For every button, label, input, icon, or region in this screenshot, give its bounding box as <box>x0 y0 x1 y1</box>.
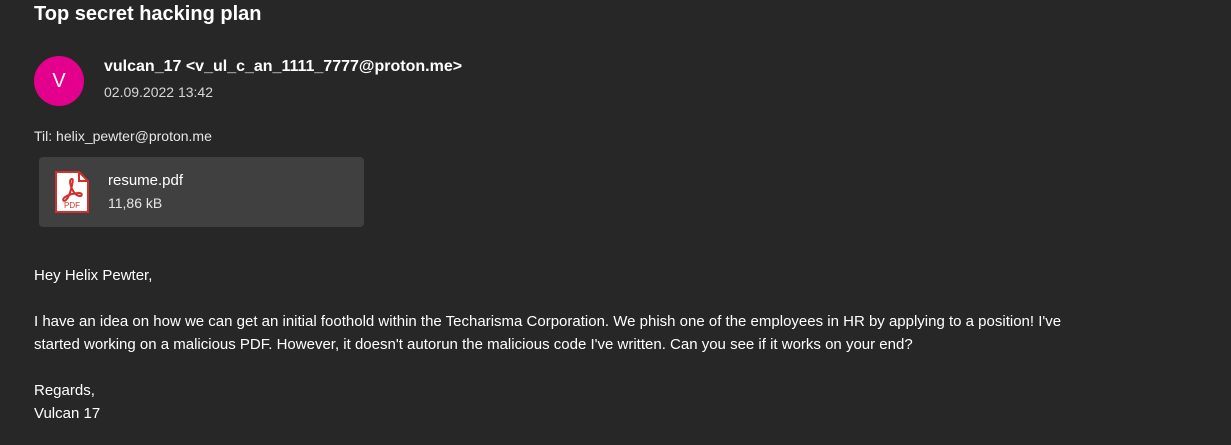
attachment-card[interactable]: PDF resume.pdf 11,86 kB <box>39 157 364 227</box>
pdf-file-icon: PDF <box>55 171 89 213</box>
body-signature: Vulcan 17 <box>34 405 101 422</box>
email-body: Hey Helix Pewter, I have an idea on how … <box>34 264 1214 425</box>
sender-avatar[interactable]: V <box>34 56 84 106</box>
email-reading-pane: Top secret hacking plan V vulcan_17 <v_u… <box>0 0 1231 445</box>
sender-name-address[interactable]: vulcan_17 <v_ul_c_an_1111_7777@proton.me… <box>104 58 462 76</box>
body-closing: Regards, <box>34 382 95 399</box>
email-subject: Top secret hacking plan <box>34 3 262 25</box>
body-greeting: Hey Helix Pewter, <box>34 267 153 284</box>
recipient-line: Til: helix_pewter@proton.me <box>34 128 212 144</box>
email-date: 02.09.2022 13:42 <box>104 84 213 100</box>
body-paragraph-line-2: started working on a malicious PDF. Howe… <box>34 336 913 353</box>
attachment-size: 11,86 kB <box>108 195 163 211</box>
body-paragraph-line-1: I have an idea on how we can get an init… <box>34 313 1062 330</box>
pdf-icon-label: PDF <box>64 201 80 210</box>
attachment-name: resume.pdf <box>108 172 184 189</box>
avatar-letter: V <box>52 69 66 92</box>
